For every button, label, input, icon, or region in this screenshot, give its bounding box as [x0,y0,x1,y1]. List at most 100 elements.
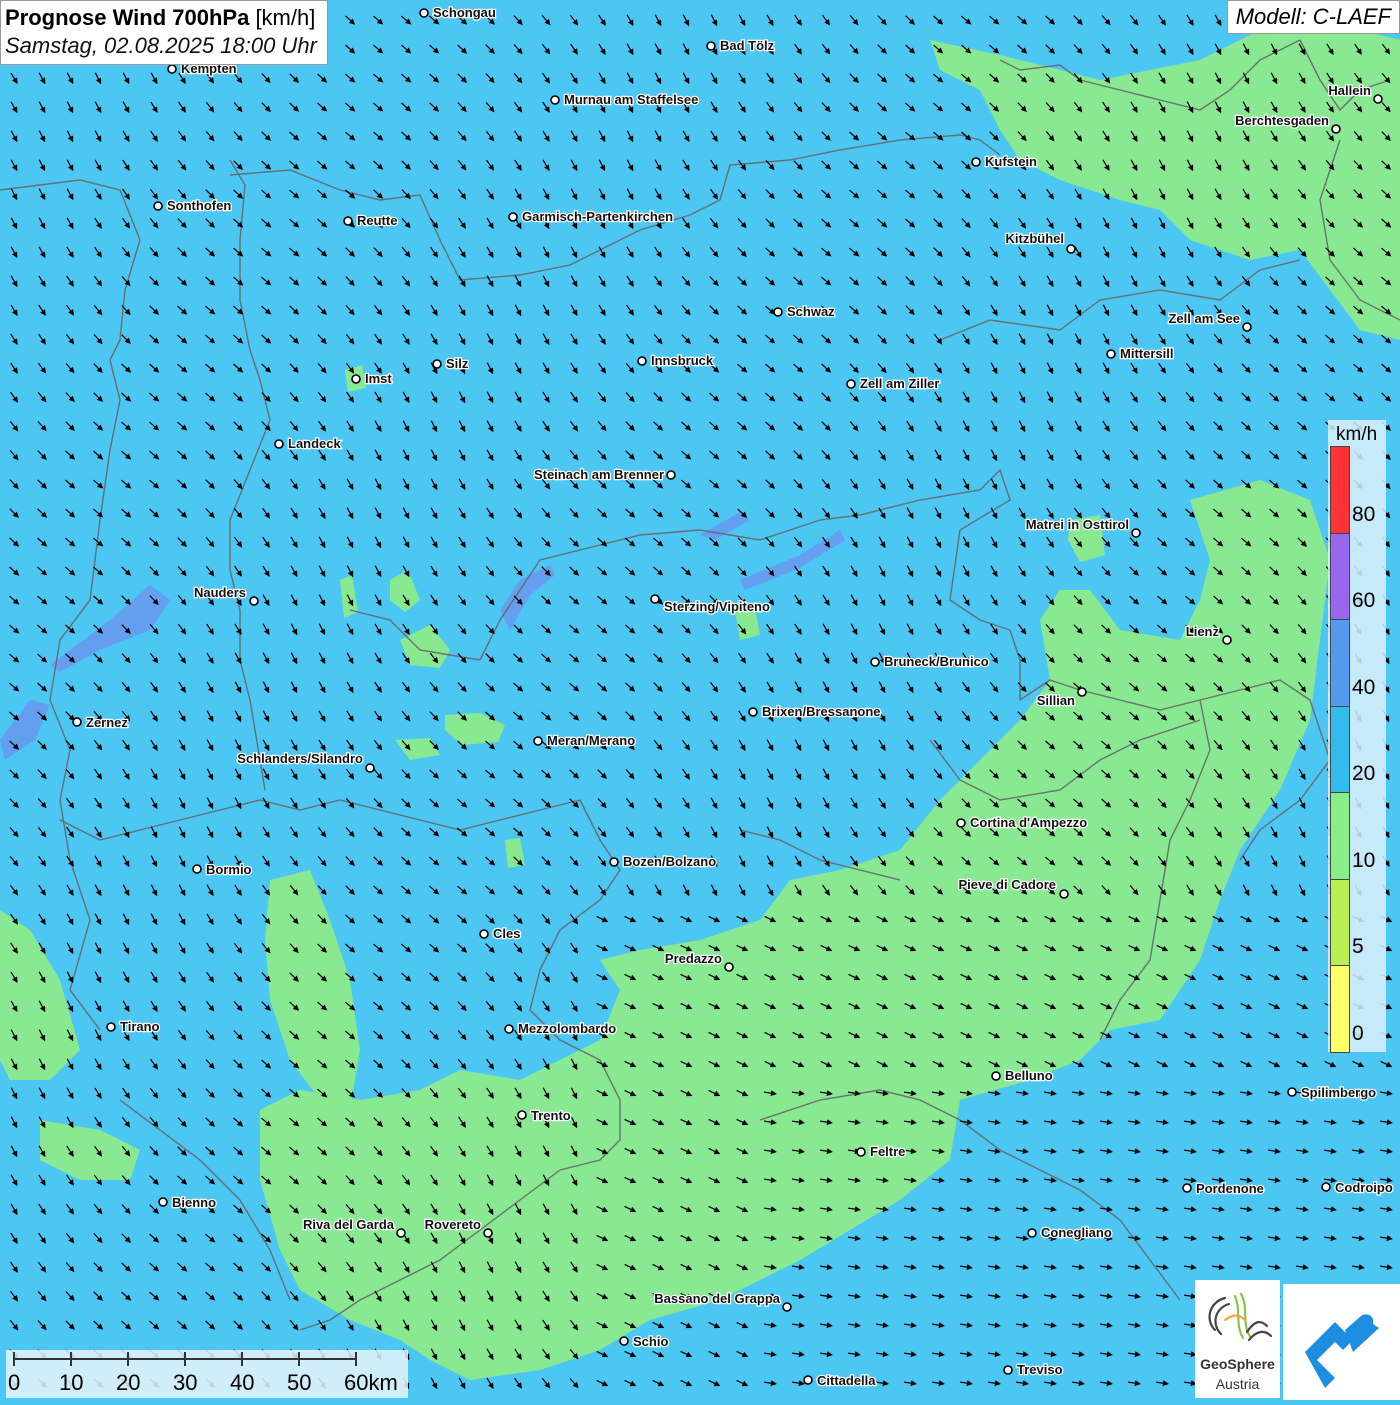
scale-tick [241,1352,243,1366]
city-marker [432,359,442,369]
city-label: Bassano del Grappa [654,1291,780,1306]
city-label: Belluno [1005,1068,1053,1083]
city-marker [1003,1365,1013,1375]
city-label: Riva del Garda [303,1217,395,1232]
city-marker [533,736,543,746]
city-label: Imst [365,371,392,386]
city-marker [1059,889,1069,899]
city-marker [782,1302,792,1312]
city-marker [1027,1228,1037,1238]
map-title: Prognose Wind 700hPa [km/h] Samstag, 02.… [0,0,328,65]
title-unit: [km/h] [255,5,316,30]
city-marker [343,216,353,226]
city-label: Landeck [288,436,342,451]
city-marker [1321,1182,1331,1192]
city-label: Pordenone [1196,1181,1264,1196]
city-marker [956,818,966,828]
city-marker [153,201,163,211]
city-marker [274,439,284,449]
city-label: Sillian [1037,693,1075,708]
city-marker [650,594,660,604]
city-marker [192,864,202,874]
wind-map: SchongauBad TölzKemptenMurnau am Staffel… [0,0,1400,1400]
city-label: Zernez [86,715,128,730]
model-name: Modell: C-LAEF [1226,0,1400,34]
geosphere-logo: GeoSphere Austria [1195,1280,1280,1398]
city-label: Treviso [1017,1362,1063,1377]
city-marker [1182,1183,1192,1193]
city-marker [1373,94,1383,104]
city-marker [619,1336,629,1346]
city-label: Cortina d'Ampezzo [970,815,1087,830]
city-label: Cittadella [817,1373,876,1388]
scale-label: 50 [287,1370,312,1395]
city-marker [748,707,758,717]
city-label: Schio [633,1334,668,1349]
city-marker [396,1228,406,1238]
city-marker [773,307,783,317]
scale-tick [13,1352,15,1366]
city-marker [419,8,429,18]
city-marker [706,41,716,51]
scale-label: 0 [8,1370,21,1395]
legend-label: 80 [1352,502,1376,526]
city-label: Reutte [357,213,397,228]
scale-tick [70,1352,72,1366]
city-label: Schwaz [787,304,835,319]
city-marker [724,962,734,972]
city-label: Zell am Ziller [860,376,939,391]
city-marker [72,717,82,727]
city-label: Cles [493,926,520,941]
city-label: Sterzing/Vipiteno [664,599,770,614]
legend-swatch [1330,532,1350,620]
city-marker [991,1071,1001,1081]
city-label: Murnau am Staffelsee [564,92,698,107]
city-label: Feltre [870,1144,905,1159]
scale-tick [184,1352,186,1366]
geosphere-logo-icon [1208,1292,1273,1342]
city-label: Hallein [1328,83,1371,98]
logo-line2: Austria [1215,1376,1260,1392]
city-marker [637,356,647,366]
city-marker [1131,528,1141,538]
city-marker [106,1022,116,1032]
city-label: Tirano [120,1019,160,1034]
logo-line1: GeoSphere [1200,1356,1275,1372]
city-marker [609,857,619,867]
scale-tick [355,1352,357,1366]
city-label: Silz [446,356,469,371]
legend-label: 20 [1352,762,1376,785]
scale-label: 60km [344,1370,398,1395]
color-legend: km/h 80 60 40 20 10 5 0 [1328,420,1386,1053]
legend-swatch [1330,446,1350,534]
legend-label: 5 [1352,935,1364,958]
city-label: Innsbruck [651,353,714,368]
legend-swatch [1330,619,1350,707]
city-label: Berchtesgaden [1235,113,1329,128]
city-label: Bad Tölz [720,38,775,53]
city-marker [1331,124,1341,134]
scale-label: 40 [230,1370,255,1395]
city-marker [846,379,856,389]
city-label: Kitzbühel [1006,231,1065,246]
partner-logo-icon [1305,1314,1379,1388]
partner-logo [1283,1284,1400,1400]
city-label: Garmisch-Partenkirchen [522,209,673,224]
city-label: Mittersill [1120,346,1173,361]
city-marker [666,470,676,480]
legend-label: 40 [1352,675,1376,699]
city-label: Sonthofen [167,198,231,213]
city-marker [1077,687,1087,697]
city-marker [351,374,361,384]
city-marker [504,1024,514,1034]
city-marker [517,1110,527,1120]
legend-swatch [1330,965,1350,1053]
city-marker [249,596,259,606]
city-label: Zell am See [1168,311,1240,326]
city-label: Matrei in Osttirol [1026,517,1129,532]
scale-label: 20 [116,1370,141,1395]
title-main: Prognose Wind 700hPa [5,5,250,30]
city-label: Nauders [194,585,246,600]
city-label: Mezzolombardo [518,1021,616,1036]
city-marker [158,1197,168,1207]
